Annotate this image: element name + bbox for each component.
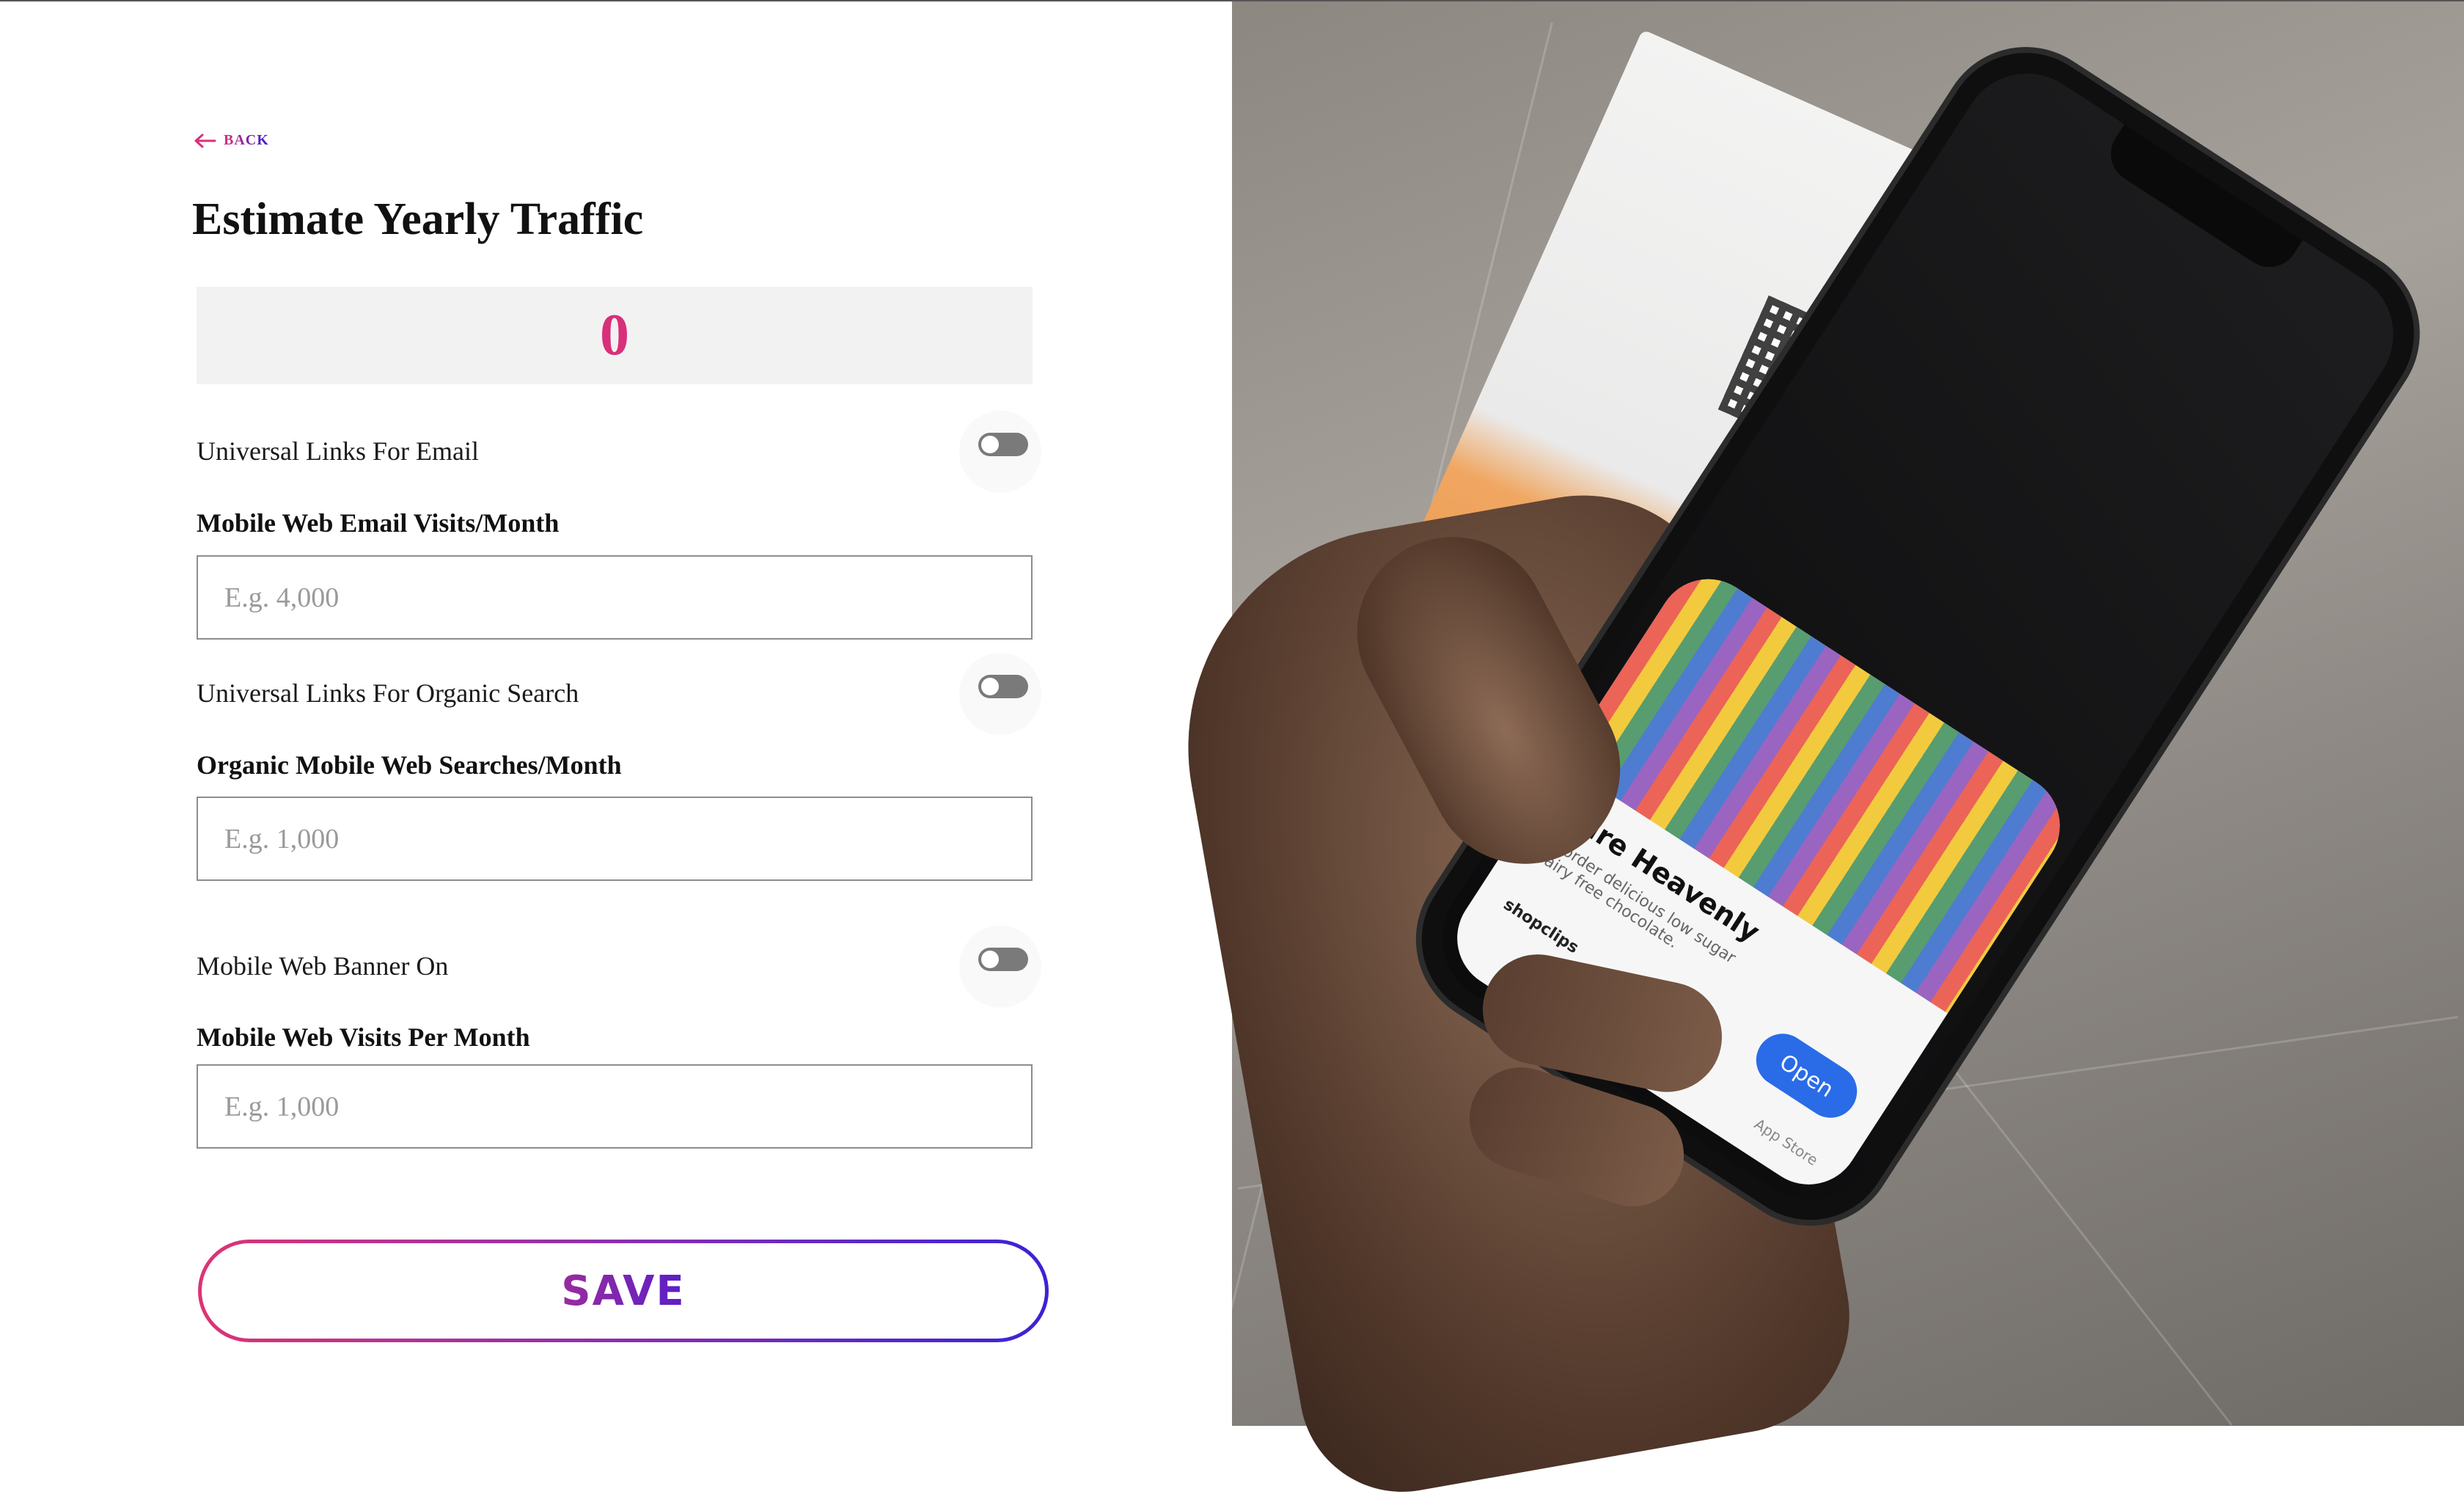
back-label: BACK xyxy=(224,132,269,148)
app-clip-store-label: App Store xyxy=(1750,1115,1822,1169)
toggle-knob xyxy=(981,678,999,695)
app-clip-product-image xyxy=(1561,559,2080,1014)
save-button-inner: SAVE xyxy=(202,1243,1045,1339)
form-pane: BACK Estimate Yearly Traffic 0 Universal… xyxy=(0,1,1232,1426)
toggle-knob xyxy=(981,436,999,453)
mobile-web-banner-toggle[interactable] xyxy=(978,948,1028,971)
email-visits-label: Mobile Web Email Visits/Month xyxy=(197,508,560,538)
organic-searches-input[interactable] xyxy=(197,797,1033,881)
traffic-total-box: 0 xyxy=(197,287,1033,384)
traffic-total-value: 0 xyxy=(600,303,629,367)
app-clip-brand: shopclips xyxy=(1500,895,1583,958)
web-visits-input[interactable] xyxy=(197,1064,1033,1149)
email-toggle-row: Universal Links For Email xyxy=(197,430,1033,474)
banner-toggle-row: Mobile Web Banner On xyxy=(197,945,1033,989)
back-link[interactable]: BACK xyxy=(194,132,269,149)
app-clip-open-button: Open xyxy=(1746,1023,1868,1128)
arrow-left-icon xyxy=(194,133,216,147)
organic-toggle-label: Universal Links For Organic Search xyxy=(197,678,579,708)
organic-universal-links-toggle[interactable] xyxy=(978,675,1028,698)
save-button[interactable]: SAVE xyxy=(198,1240,1049,1342)
email-visits-input[interactable] xyxy=(197,555,1033,640)
email-toggle-label: Universal Links For Email xyxy=(197,436,479,466)
organic-searches-label: Organic Mobile Web Searches/Month xyxy=(197,750,622,780)
toggle-knob xyxy=(981,951,999,968)
save-button-label: SAVE xyxy=(561,1267,686,1315)
email-universal-links-toggle[interactable] xyxy=(978,433,1028,456)
web-visits-label: Mobile Web Visits Per Month xyxy=(197,1022,530,1052)
banner-toggle-label: Mobile Web Banner On xyxy=(197,951,449,981)
organic-toggle-row: Universal Links For Organic Search xyxy=(197,672,1033,716)
page-title: Estimate Yearly Traffic xyxy=(192,194,644,244)
